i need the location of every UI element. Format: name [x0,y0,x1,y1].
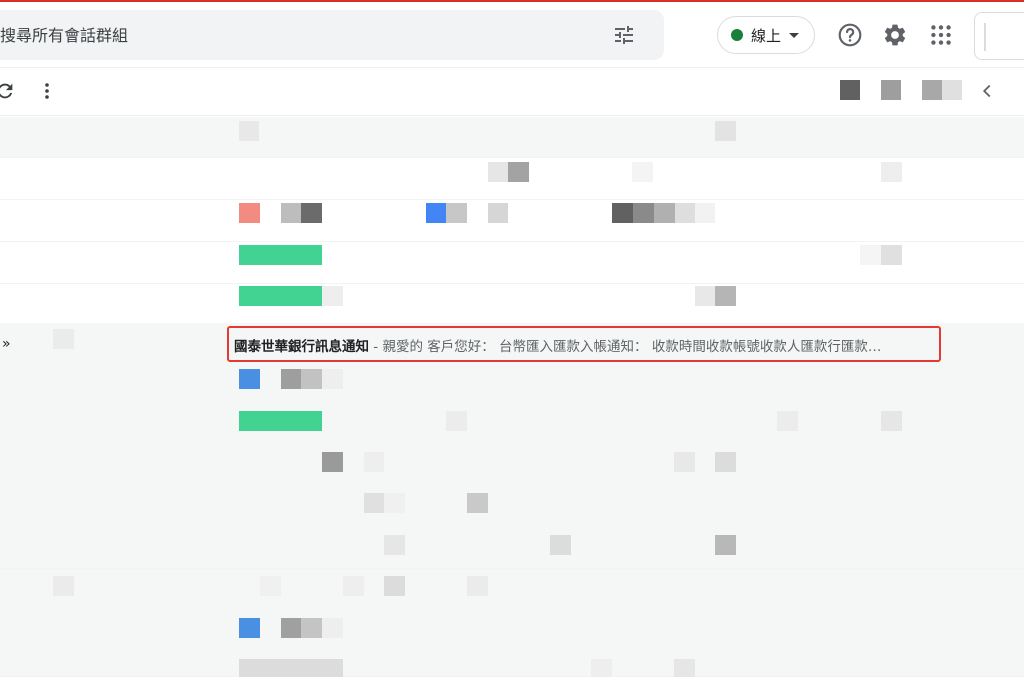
pixelated-label [239,618,260,638]
list-item[interactable] [0,117,1024,158]
pixelated-content [281,369,301,389]
pixelated-content [260,576,281,596]
pixelated-content [446,411,467,431]
pixelated-content [612,203,633,223]
pixelated-control [942,80,962,100]
list-item[interactable] [0,285,1024,326]
pixelated-content [881,411,902,431]
search-bar [0,10,664,60]
pixelated-content [881,245,902,265]
pixelated-content [281,618,301,638]
pixelated-content [860,245,881,265]
pixelated-content [715,452,736,472]
list-item[interactable] [0,201,1024,242]
pixelated-content [322,452,343,472]
pixelated-content [384,576,405,596]
pixelated-content [715,121,736,141]
status-label: 線上 [751,26,782,45]
pixelated-content [239,121,259,141]
pixelated-content [488,162,508,182]
pixelated-content [654,203,675,223]
pixelated-content [364,452,384,472]
refresh-icon[interactable] [0,80,16,102]
pixelated-content [446,203,467,223]
email-list [0,117,1024,677]
gear-icon[interactable] [882,22,908,48]
pixelated-content [550,535,571,555]
pixelated-content [674,659,695,677]
pixelated-content [695,203,715,223]
pixelated-content [322,286,343,306]
pixelated-content [301,369,322,389]
apps-icon[interactable] [928,22,954,48]
pixelated-content [467,576,488,596]
pixelated-content [633,203,654,223]
search-input[interactable] [0,10,580,60]
pixelated-content [281,203,301,223]
pixelated-content [53,576,74,596]
pixelated-label [239,245,322,265]
pixelated-content [467,493,488,513]
pixelated-content [239,659,343,677]
pixelated-content [777,411,798,431]
pixelated-content [695,286,715,306]
pixelated-content [715,286,736,306]
pixelated-content [301,203,322,223]
list-item[interactable] [0,569,1024,677]
pixelated-content [715,535,736,555]
pixelated-content [364,493,384,513]
tune-icon[interactable] [612,23,636,47]
pixelated-content [53,329,74,349]
pixelated-content [674,452,695,472]
pixelated-content [384,493,405,513]
pixelated-content [632,162,653,182]
pixelated-content [343,576,364,596]
pixelated-content [675,203,695,223]
importance-marker: » [2,336,11,352]
list-toolbar [0,68,1024,116]
pixelated-content [881,162,902,182]
pixelated-control [840,80,860,100]
pixelated-label [239,286,322,306]
pixelated-control [922,80,942,100]
pixelated-content [322,369,343,389]
pixelated-content [301,618,322,638]
pixelated-content [591,659,612,677]
pixelated-content [508,162,529,182]
more-vert-icon[interactable] [38,80,56,102]
online-status-dot-icon [731,29,743,41]
pixelated-control [881,80,901,100]
pixelated-label [239,411,322,431]
pixelated-label [239,369,260,389]
status-button[interactable]: 線上 [717,16,815,54]
pixelated-content [384,535,405,555]
chevron-left-icon[interactable] [976,80,998,102]
pixelated-label [426,203,446,223]
help-icon[interactable] [837,22,863,48]
account-switcher[interactable] [974,12,1024,60]
caret-down-icon [789,32,800,38]
pixelated-label [239,203,260,223]
app-header: 線上 [0,2,1024,68]
pixelated-content [322,618,343,638]
pixelated-content [488,203,508,223]
highlight-box [227,326,941,362]
